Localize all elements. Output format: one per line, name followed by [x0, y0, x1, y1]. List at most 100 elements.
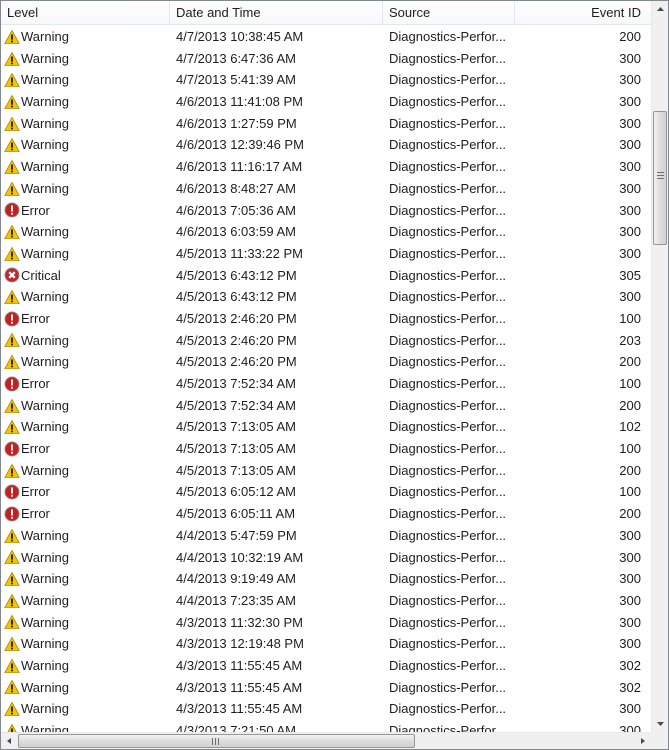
event-row[interactable]: Warning 4/4/2013 9:19:49 AM Diagnostics-Pe…	[1, 568, 651, 590]
level-label: Error	[21, 376, 50, 391]
level-cell: Warning	[4, 243, 164, 265]
event-row[interactable]: Warning 4/5/2013 11:33:22 PM Diagnostics-P…	[1, 243, 651, 265]
event-row[interactable]: Critical 4/5/2013 6:43:12 PM Diagnostics-P…	[1, 265, 651, 287]
source-cell: Diagnostics-Perfor...	[389, 571, 507, 587]
scrollbar-corner	[651, 732, 668, 749]
event-row[interactable]: Warning 4/7/2013 6:47:36 AM Diagnostics-Pe…	[1, 48, 651, 70]
event-row[interactable]: Error 4/5/2013 7:13:05 AM Diagnostics-Perf…	[1, 438, 651, 460]
level-label: Error	[21, 202, 50, 218]
source-cell: Diagnostics-Perfor...	[389, 636, 507, 652]
source-cell: Diagnostics-Perfor...	[389, 701, 507, 717]
event-row[interactable]: Warning 4/5/2013 7:13:05 AM Diagnostics-Pe…	[1, 460, 651, 482]
event-row[interactable]: Warning 4/5/2013 7:52:34 AM Diagnostics-Pe…	[1, 395, 651, 417]
warning-icon	[4, 354, 20, 370]
event-row[interactable]: Error 4/5/2013 2:46:20 PM Diagnostics-Perf…	[1, 308, 651, 330]
event-row[interactable]: Warning 4/3/2013 11:55:45 AM Diagnostics-P…	[1, 677, 651, 699]
event-id-cell: 100	[619, 310, 641, 326]
source-cell: Diagnostics-Perfor...	[389, 484, 507, 500]
error-icon	[4, 376, 20, 392]
event-row[interactable]: Warning 4/3/2013 11:32:30 PM Diagnostics-P…	[1, 612, 651, 634]
date-time-cell: 4/7/2013 6:47:36 AM	[176, 50, 296, 66]
event-id-cell: 302	[619, 657, 641, 673]
event-row[interactable]: Warning 4/4/2013 5:47:59 PM Diagnostics-Pe…	[1, 525, 651, 547]
event-row[interactable]: Warning 4/6/2013 8:48:27 AM Diagnostics-Pe…	[1, 178, 651, 200]
level-cell: Warning	[4, 698, 164, 720]
level-label: Warning	[21, 679, 69, 695]
date-time-cell: 4/3/2013 11:55:45 AM	[176, 657, 303, 673]
event-id-cell: 300	[619, 289, 641, 305]
column-header-date-and-time[interactable]: Date and Time	[170, 1, 383, 25]
level-label: Warning	[21, 159, 69, 175]
event-row[interactable]: Warning 4/5/2013 7:13:05 AM Diagnostics-Pe…	[1, 416, 651, 438]
warning-icon	[4, 419, 20, 435]
level-cell: Warning	[4, 286, 164, 308]
event-id-cell: 200	[619, 354, 641, 370]
critical-icon	[4, 267, 20, 283]
event-row[interactable]: Warning 4/6/2013 11:41:08 PM Diagnostics-P…	[1, 91, 651, 113]
event-row[interactable]: Warning 4/5/2013 2:46:20 PM Diagnostics-Pe…	[1, 330, 651, 352]
column-header-event-id[interactable]: Event ID	[515, 1, 651, 25]
event-row[interactable]: Warning 4/5/2013 6:43:12 PM Diagnostics-Pe…	[1, 286, 651, 308]
event-id-cell: 100	[619, 441, 641, 457]
column-header-source[interactable]: Source	[383, 1, 515, 25]
event-id-cell: 300	[619, 571, 641, 587]
event-row[interactable]: Warning 4/6/2013 6:03:59 AM Diagnostics-Pe…	[1, 221, 651, 243]
event-row[interactable]: Warning 4/6/2013 11:16:17 AM Diagnostics-P…	[1, 156, 651, 178]
date-time-cell: 4/5/2013 7:52:34 AM	[176, 397, 296, 413]
level-label: Warning	[21, 137, 69, 153]
event-row[interactable]: Warning 4/5/2013 2:46:20 PM Diagnostics-Pe…	[1, 351, 651, 373]
warning-icon	[4, 398, 20, 413]
source-cell: Diagnostics-Perfor...	[389, 354, 507, 370]
event-row[interactable]: Error 4/5/2013 6:05:11 AM Diagnostics-Perf…	[1, 503, 651, 525]
warning-icon	[4, 137, 20, 153]
event-row[interactable]: Warning 4/7/2013 10:38:45 AM Diagnostics-P…	[1, 26, 651, 48]
event-row[interactable]: Warning 4/3/2013 12:19:48 PM Diagnostics-P…	[1, 633, 651, 655]
event-row[interactable]: Warning 4/3/2013 11:55:45 AM Diagnostics-P…	[1, 655, 651, 677]
horizontal-scroll-thumb[interactable]	[18, 734, 415, 748]
event-row[interactable]: Warning 4/6/2013 1:27:59 PM Diagnostics-Pe…	[1, 113, 651, 135]
level-label: Error	[21, 441, 50, 457]
event-row[interactable]: Warning 4/7/2013 5:41:39 AM Diagnostics-Pe…	[1, 69, 651, 91]
event-id-cell: 300	[619, 159, 641, 175]
vertical-scroll-thumb[interactable]	[653, 111, 667, 245]
scroll-down-button[interactable]	[652, 715, 668, 732]
event-id-cell: 200	[619, 29, 641, 44]
source-cell: Diagnostics-Perfor...	[389, 289, 507, 305]
date-time-cell: 4/3/2013 11:55:45 AM	[176, 679, 303, 695]
date-time-cell: 4/5/2013 2:46:20 PM	[176, 310, 297, 326]
event-row[interactable]: Warning 4/4/2013 10:32:19 AM Diagnostics-P…	[1, 547, 651, 569]
vertical-scrollbar[interactable]	[651, 1, 668, 732]
horizontal-scrollbar[interactable]	[1, 732, 651, 749]
error-icon	[4, 484, 20, 500]
arrow-right-icon	[641, 738, 645, 744]
level-cell: Warning	[4, 48, 164, 70]
date-time-cell: 4/6/2013 11:41:08 PM	[176, 94, 303, 110]
event-row[interactable]: Error 4/6/2013 7:05:36 AM Diagnostics-Perf…	[1, 200, 651, 222]
arrow-left-icon	[7, 738, 11, 744]
date-time-cell: 4/3/2013 11:55:45 AM	[176, 701, 303, 717]
event-row[interactable]: Error 4/5/2013 7:52:34 AM Diagnostics-Perf…	[1, 373, 651, 395]
level-cell: Warning	[4, 156, 164, 178]
date-time-cell: 4/3/2013 12:19:48 PM	[176, 636, 304, 652]
scroll-left-button[interactable]	[1, 733, 18, 749]
date-time-cell: 4/5/2013 2:46:20 PM	[176, 332, 297, 348]
warning-icon	[4, 463, 20, 478]
scroll-right-button[interactable]	[634, 733, 651, 749]
event-row[interactable]: Warning 4/3/2013 11:55:45 AM Diagnostics-P…	[1, 698, 651, 720]
level-cell: Warning	[4, 113, 164, 135]
source-cell: Diagnostics-Perfor...	[389, 310, 507, 326]
source-cell: Diagnostics-Perfor...	[389, 397, 507, 413]
level-label: Warning	[21, 332, 69, 348]
grip-icon	[657, 172, 664, 173]
scroll-up-button[interactable]	[652, 1, 668, 18]
event-id-cell: 300	[619, 202, 641, 218]
column-header-level[interactable]: Level	[1, 1, 170, 25]
event-row[interactable]: Warning 4/6/2013 12:39:46 PM Diagnostics-P…	[1, 134, 651, 156]
event-row[interactable]: Warning 4/4/2013 7:23:35 AM Diagnostics-Pe…	[1, 590, 651, 612]
level-label: Error	[21, 506, 50, 522]
event-row[interactable]: Error 4/5/2013 6:05:12 AM Diagnostics-Perf…	[1, 481, 651, 503]
warning-icon	[4, 246, 20, 261]
source-cell: Diagnostics-Perfor...	[389, 657, 507, 673]
source-cell: Diagnostics-Perfor...	[389, 549, 507, 565]
warning-icon	[4, 224, 20, 239]
